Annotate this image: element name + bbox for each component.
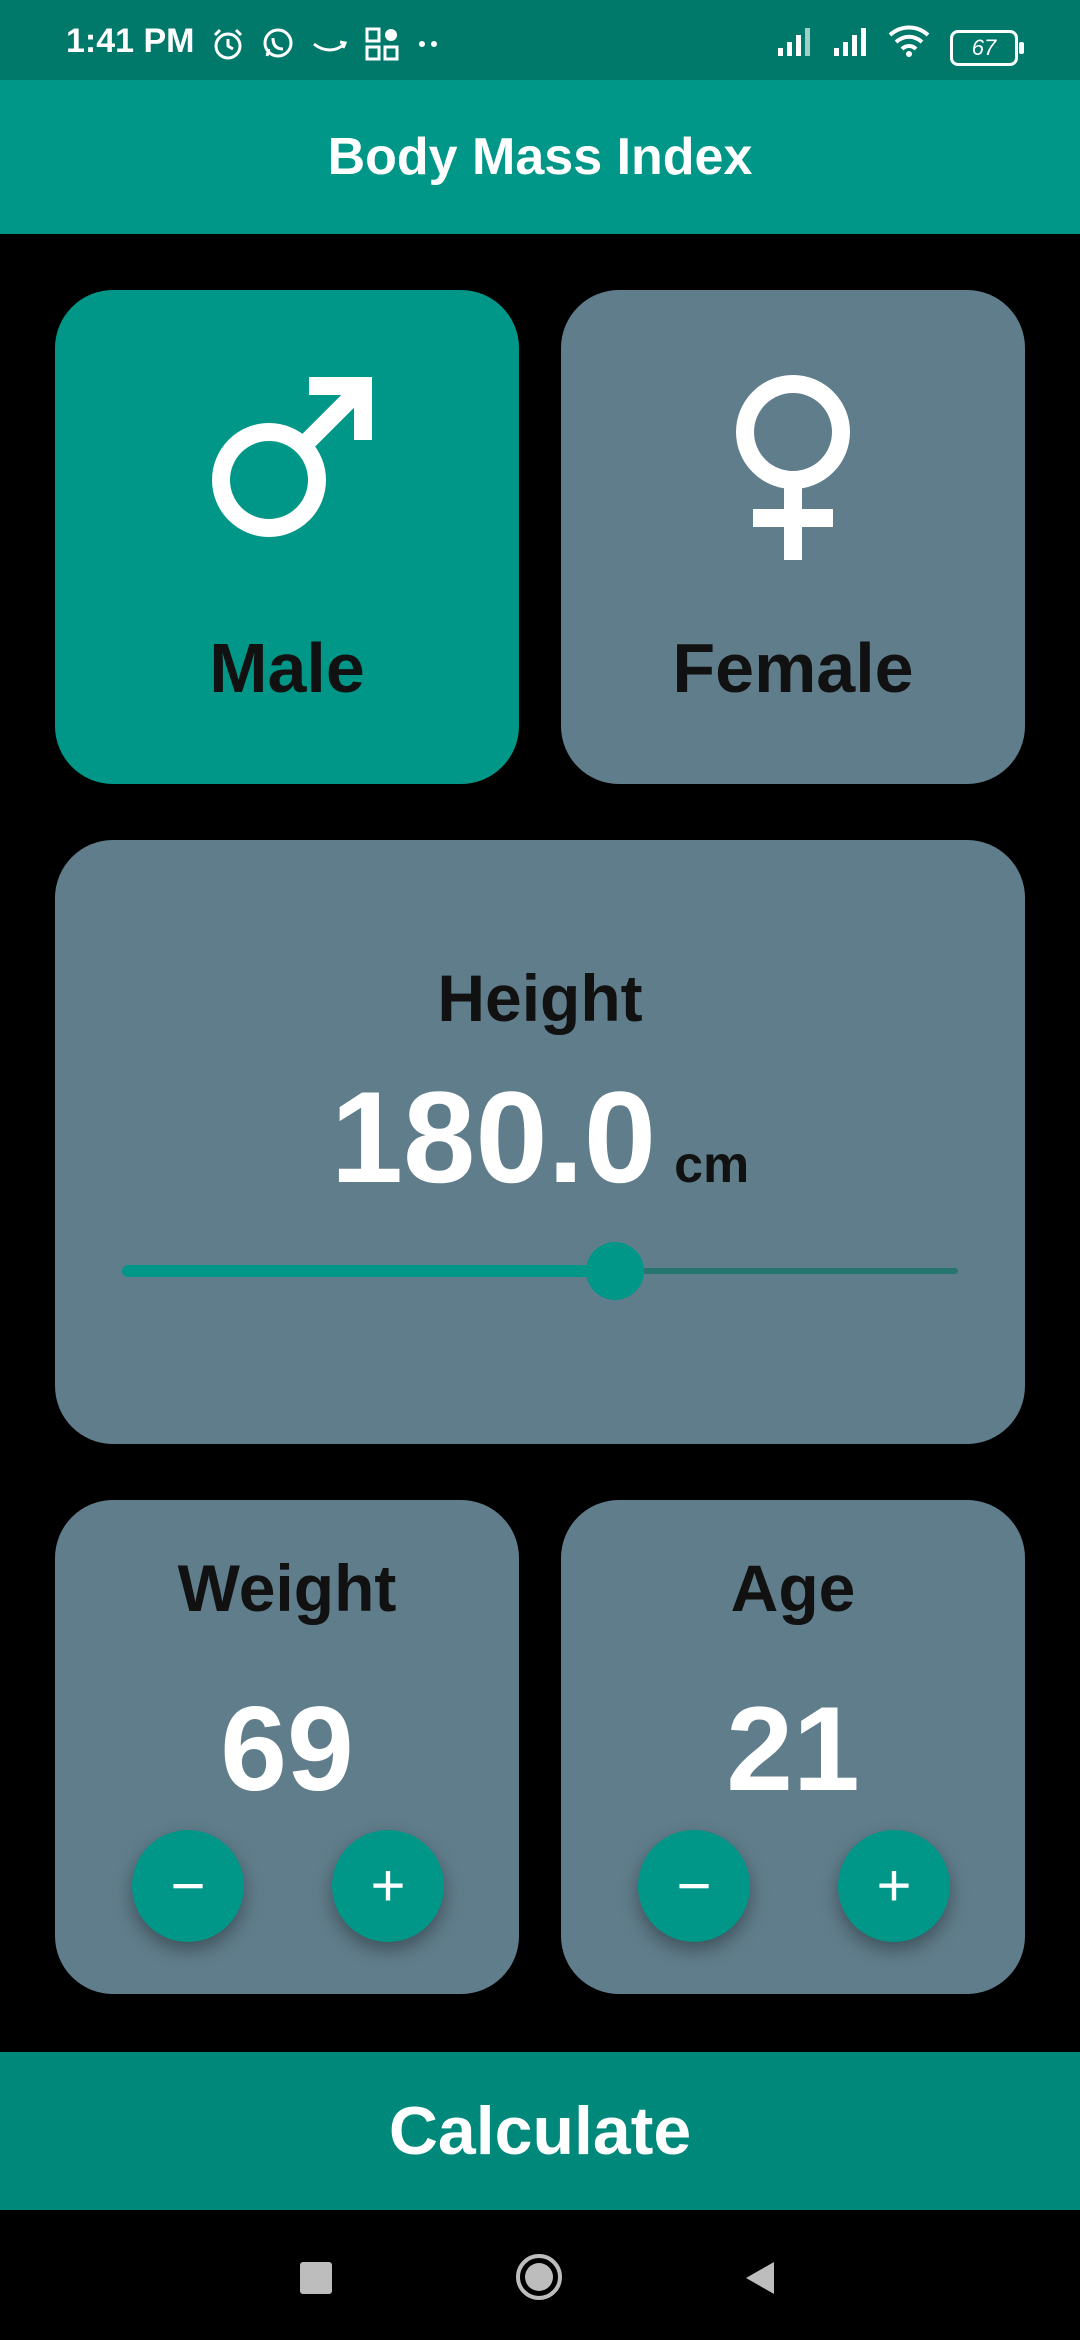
- slider-fill: [122, 1265, 616, 1277]
- status-time: 1:41 PM: [66, 22, 195, 60]
- home-icon[interactable]: [514, 2252, 564, 2302]
- weight-title: Weight: [177, 1551, 397, 1625]
- height-card: Height 180.0 cm: [55, 840, 1025, 1444]
- signal-icon: [778, 28, 810, 56]
- female-card[interactable]: Female: [561, 290, 1025, 784]
- male-label: Male: [209, 629, 365, 707]
- app-bar: Body Mass Index: [0, 80, 1080, 234]
- dots-icon: [419, 41, 437, 47]
- signal-icon: [834, 28, 866, 56]
- height-unit: cm: [674, 1136, 750, 1194]
- whatsapp-icon: [263, 28, 293, 58]
- weight-increment-button[interactable]: +: [332, 1830, 444, 1942]
- slider-thumb[interactable]: [586, 1242, 645, 1300]
- amazon-icon: [313, 40, 348, 52]
- female-label: Female: [672, 629, 914, 707]
- age-title: Age: [730, 1551, 856, 1625]
- height-slider[interactable]: [122, 1242, 958, 1300]
- weight-card: Weight 69 − +: [55, 1500, 519, 1994]
- back-icon[interactable]: [740, 2258, 780, 2298]
- female-icon: [736, 375, 850, 560]
- height-title: Height: [437, 961, 643, 1035]
- status-notification-icons: [210, 26, 444, 62]
- male-card[interactable]: Male: [55, 290, 519, 784]
- wifi-icon: [888, 25, 930, 57]
- age-value: 21: [726, 1682, 860, 1816]
- weight-value: 69: [220, 1682, 354, 1816]
- weight-decrement-button[interactable]: −: [132, 1830, 244, 1942]
- age-card: Age 21 − +: [561, 1500, 1025, 1994]
- app-title: Body Mass Index: [327, 128, 753, 186]
- age-decrement-button[interactable]: −: [638, 1830, 750, 1942]
- calculate-button[interactable]: Calculate: [0, 2052, 1080, 2210]
- grid-icon: [365, 27, 399, 61]
- recents-icon[interactable]: [300, 2262, 332, 2294]
- status-bar: 1:41 PM 67: [0, 0, 1080, 80]
- height-value: 180.0: [330, 1064, 657, 1210]
- calculate-label: Calculate: [388, 2093, 692, 2169]
- alarm-icon: [213, 28, 243, 60]
- navigation-bar: [0, 2210, 1080, 2340]
- male-icon: [212, 377, 372, 537]
- status-system-icons: [776, 24, 930, 58]
- age-increment-button[interactable]: +: [838, 1830, 950, 1942]
- battery-icon: 67: [950, 30, 1024, 66]
